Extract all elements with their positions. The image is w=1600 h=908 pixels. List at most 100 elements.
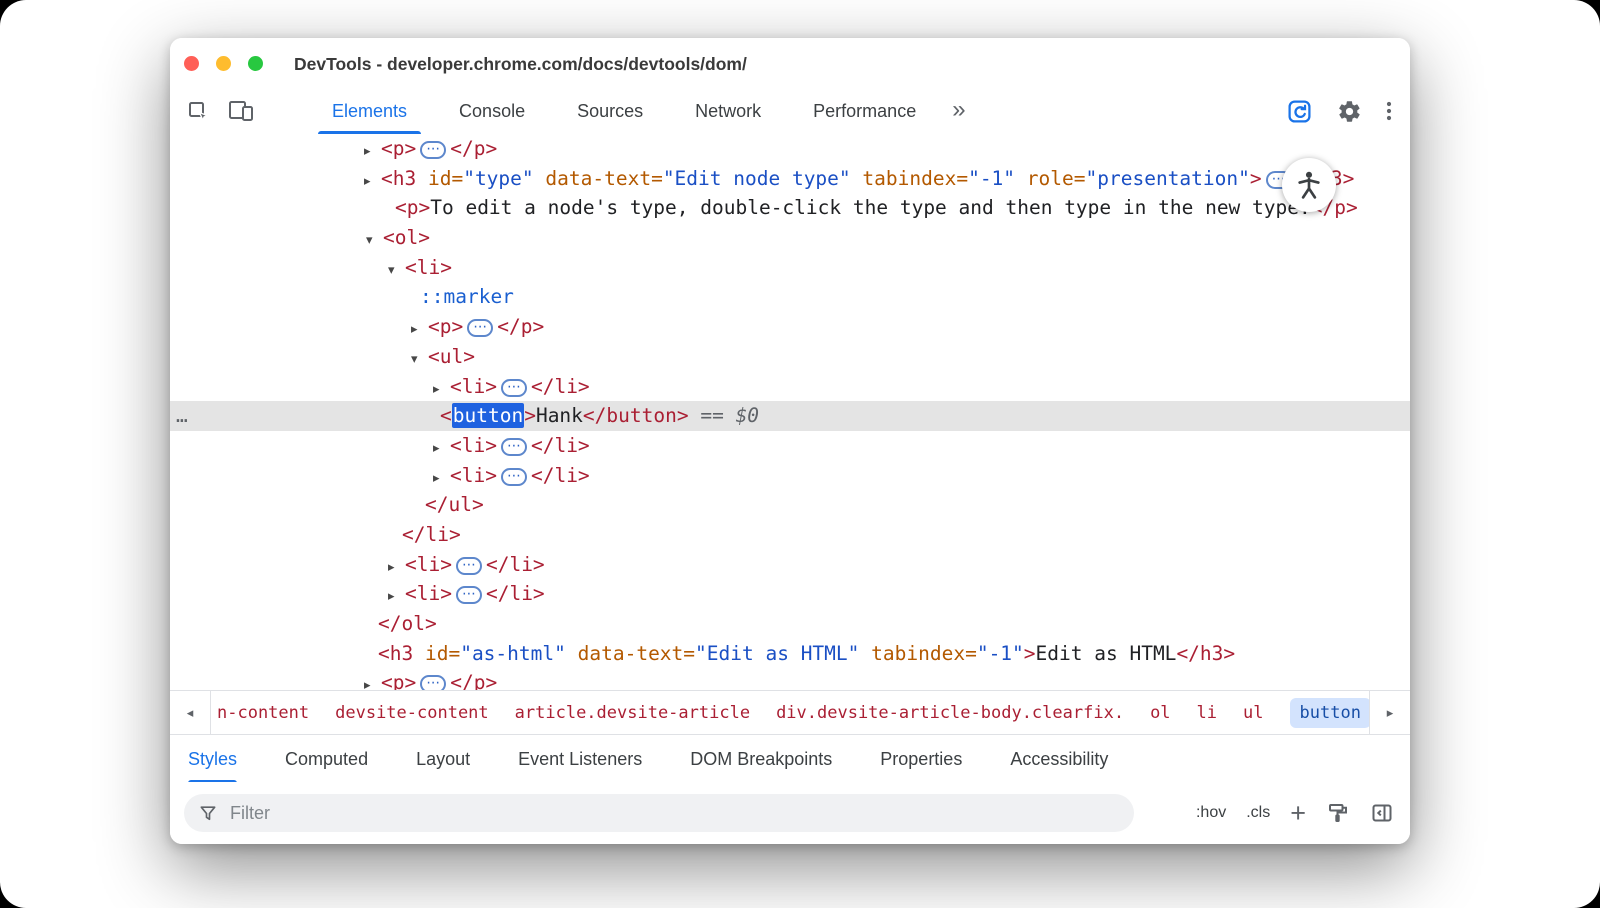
close-window-button[interactable] (184, 56, 199, 71)
collapse-sidebar-icon[interactable] (1370, 801, 1394, 825)
dom-tree-row[interactable]: ▸<li>⋯</li> (170, 579, 1410, 609)
code-token: </p> (450, 671, 497, 690)
ellipsis-expand-icon[interactable]: ⋯ (501, 438, 527, 456)
breadcrumb-item-article-devsite-article[interactable]: article.devsite-article (515, 703, 750, 723)
code-token: </li> (402, 523, 461, 546)
ellipsis-expand-icon[interactable]: ⋯ (456, 586, 482, 604)
dom-tree-row[interactable]: ▸<p>⋯</p> (170, 134, 1410, 164)
dom-tree-row[interactable]: ::marker (170, 282, 1410, 312)
dom-tree-row[interactable]: </li> (170, 520, 1410, 550)
tab-elements[interactable]: Elements (306, 88, 433, 134)
accessibility-person-icon (1282, 158, 1336, 212)
dom-tree-row[interactable]: </ul> (170, 490, 1410, 520)
panel-tabs: ElementsConsoleSourcesNetworkPerformance (306, 88, 942, 134)
expand-arrow-icon[interactable]: ▸ (388, 582, 405, 612)
code-token: <ul> (428, 345, 475, 368)
dom-tree-row[interactable]: ▾<ul> (170, 342, 1410, 372)
code-token: <li> (450, 375, 497, 398)
sidebar-tab-accessibility[interactable]: Accessibility (1010, 735, 1108, 783)
sidebar-tab-event-listeners[interactable]: Event Listeners (518, 735, 642, 783)
ellipsis-expand-icon[interactable]: ⋯ (420, 141, 446, 159)
settings-gear-icon[interactable] (1337, 99, 1362, 124)
element-classes-button[interactable]: .cls (1246, 804, 1270, 822)
paint-roller-icon[interactable] (1326, 801, 1350, 825)
dom-tree-row[interactable]: </ol> (170, 609, 1410, 639)
screencast-toggle-icon[interactable] (1286, 98, 1313, 125)
expand-arrow-icon[interactable]: ▸ (364, 137, 381, 167)
toggle-element-state-button[interactable]: :hov (1196, 804, 1226, 822)
code-token: "-1" (968, 167, 1015, 190)
sidebar-tab-layout[interactable]: Layout (416, 735, 470, 783)
code-token: <p> (428, 315, 463, 338)
dom-tree-row[interactable]: ▸<li>⋯</li> (170, 431, 1410, 461)
dom-tree: ▸<p>⋯</p>▸<h3 id="type" data-text="Edit … (170, 134, 1410, 690)
dom-tree-row[interactable]: …<button>Hank</button> == $0 (170, 401, 1410, 431)
collapse-arrow-icon[interactable]: ▾ (388, 256, 405, 286)
kebab-menu-icon[interactable] (1386, 99, 1392, 123)
breadcrumb-scroll-left-icon[interactable]: ◂ (170, 691, 211, 735)
breadcrumb-item-ul[interactable]: ul (1243, 703, 1263, 723)
expand-arrow-icon[interactable]: ▸ (388, 553, 405, 583)
breadcrumb-item-n-content[interactable]: n-content (217, 703, 309, 723)
breadcrumb-bar: ◂ n-content devsite-content article.devsit… (170, 690, 1410, 735)
dom-tree-row[interactable]: ▸<h3 id="type" data-text="Edit node type… (170, 164, 1410, 194)
dom-tree-row[interactable]: ▸<p> ⋯ </p> (170, 668, 1410, 690)
expand-arrow-icon[interactable]: ▸ (411, 315, 428, 345)
expand-arrow-icon[interactable]: ▸ (433, 434, 450, 464)
inspect-element-icon[interactable] (186, 99, 210, 123)
sidebar-tab-dom-breakpoints[interactable]: DOM Breakpoints (690, 735, 832, 783)
dom-tree-row[interactable]: ▾<li> (170, 253, 1410, 283)
sidebar-tab-styles[interactable]: Styles (188, 735, 237, 783)
ellipsis-expand-icon[interactable]: ⋯ (501, 468, 527, 486)
ellipsis-expand-icon[interactable]: ⋯ (467, 319, 493, 337)
tab-network[interactable]: Network (669, 88, 787, 134)
row-menu-icon[interactable]: … (176, 401, 188, 431)
styles-filter-input[interactable] (228, 802, 1134, 825)
tab-performance[interactable]: Performance (787, 88, 942, 134)
breadcrumb-item-devsite-content[interactable]: devsite-content (335, 703, 489, 723)
breadcrumb-scroll-right-icon[interactable]: ▸ (1369, 691, 1410, 735)
code-token: "as-html" (460, 642, 566, 665)
code-token: data-text= (578, 642, 695, 665)
collapse-arrow-icon[interactable]: ▾ (366, 226, 383, 256)
more-tabs-icon[interactable]: » (942, 88, 975, 134)
dom-tree-row[interactable]: ▸<li>⋯</li> (170, 550, 1410, 580)
tab-sources[interactable]: Sources (551, 88, 669, 134)
code-token: "Edit node type" (663, 167, 851, 190)
expand-arrow-icon[interactable]: ▸ (433, 464, 450, 494)
dom-tree-row[interactable]: ▾<ol> (170, 223, 1410, 253)
dom-tree-row[interactable]: <h3 id="as-html" data-text="Edit as HTML… (170, 639, 1410, 669)
breadcrumb-item-div-devsite-article-body-clearfix-[interactable]: div.devsite-article-body.clearfix. (776, 703, 1124, 723)
tab-console[interactable]: Console (433, 88, 551, 134)
sidebar-tab-computed[interactable]: Computed (285, 735, 368, 783)
dom-tree-row[interactable]: ▸<li>⋯</li> (170, 372, 1410, 402)
dom-tree-row[interactable]: <p>To edit a node's type, double-click t… (170, 193, 1410, 223)
code-token: "type" (463, 167, 533, 190)
breadcrumb-item-button[interactable]: button (1290, 698, 1369, 728)
ellipsis-expand-icon[interactable]: ⋯ (420, 675, 446, 690)
code-token: "Edit as HTML" (695, 642, 859, 665)
code-token: == (689, 404, 736, 427)
expand-arrow-icon[interactable]: ▸ (364, 167, 381, 197)
dom-tree-row[interactable]: ▸<li>⋯</li> (170, 461, 1410, 491)
ellipsis-expand-icon[interactable]: ⋯ (456, 557, 482, 575)
code-token: <li> (405, 256, 452, 279)
minimize-window-button[interactable] (216, 56, 231, 71)
expand-arrow-icon[interactable]: ▸ (433, 375, 450, 405)
devtools-window: DevTools - developer.chrome.com/docs/dev… (170, 38, 1410, 844)
code-token: role= (1027, 167, 1086, 190)
code-token: <p> (381, 671, 416, 690)
filter-pill[interactable] (184, 794, 1134, 832)
toolbar-left-icons (186, 88, 254, 134)
sidebar-tab-properties[interactable]: Properties (880, 735, 962, 783)
code-token: "presentation" (1086, 167, 1250, 190)
new-style-rule-button[interactable]: + (1290, 800, 1306, 827)
device-toolbar-icon[interactable] (228, 100, 254, 122)
ellipsis-expand-icon[interactable]: ⋯ (501, 379, 527, 397)
collapse-arrow-icon[interactable]: ▾ (411, 345, 428, 375)
zoom-window-button[interactable] (248, 56, 263, 71)
expand-arrow-icon[interactable]: ▸ (364, 671, 381, 690)
breadcrumb-item-ol[interactable]: ol (1150, 703, 1170, 723)
dom-tree-row[interactable]: ▸<p>⋯</p> (170, 312, 1410, 342)
breadcrumb-item-li[interactable]: li (1197, 703, 1217, 723)
